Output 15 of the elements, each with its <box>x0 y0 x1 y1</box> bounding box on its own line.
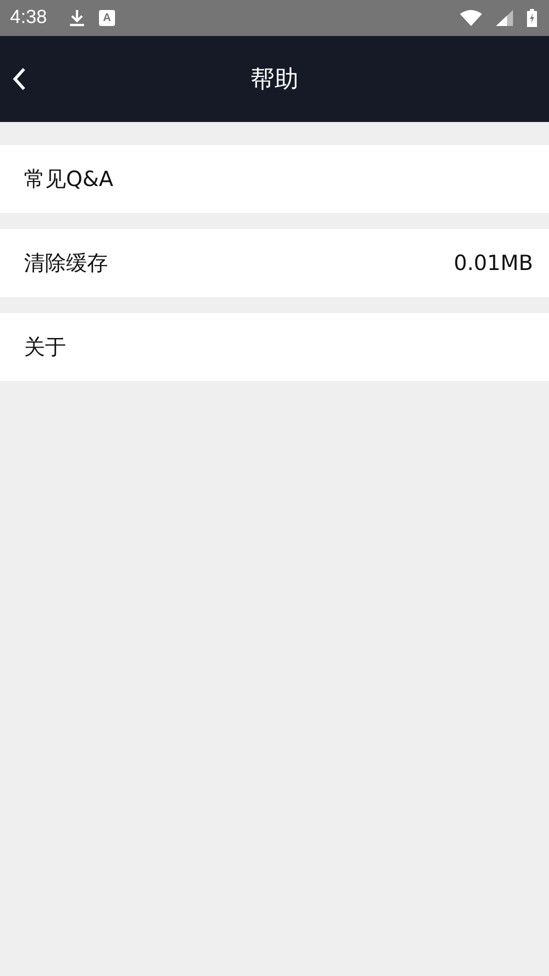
battery-icon <box>527 9 537 27</box>
back-icon[interactable] <box>12 67 26 91</box>
settings-row[interactable]: 常见Q&A <box>0 145 549 213</box>
settings-row[interactable]: 清除缓存 0.01MB <box>0 229 549 297</box>
row-label: 常见Q&A <box>24 166 114 193</box>
download-icon <box>68 9 85 27</box>
notification-icon: A <box>98 10 115 26</box>
wifi-icon <box>460 10 482 26</box>
signal-icon <box>496 10 513 26</box>
row-value: 0.01MB <box>454 251 533 275</box>
page-title: 帮助 <box>250 64 298 95</box>
row-label: 清除缓存 <box>24 250 108 277</box>
settings-row[interactable]: 关于 <box>0 313 549 381</box>
status-time: 4:38 <box>10 7 47 29</box>
row-label: 关于 <box>24 334 66 361</box>
